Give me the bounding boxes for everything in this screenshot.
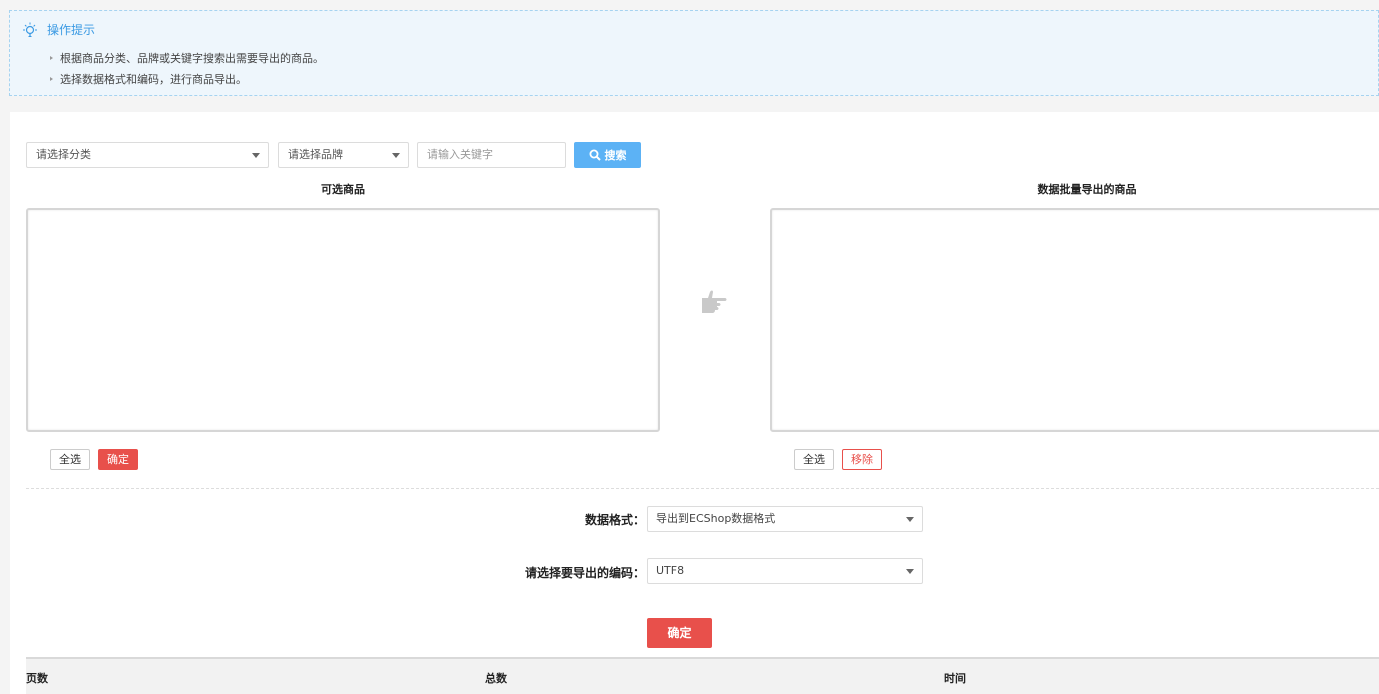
right-select-all-button[interactable]: 全选 [794,449,834,470]
chevron-down-icon [906,517,914,522]
progress-table-header: 页数 总数 时间 [26,657,1379,694]
tip-item: 根据商品分类、品牌或关键字搜索出需要导出的商品。 [48,48,324,69]
export-panel: 请选择分类 请选择品牌 请输入关键字 搜索 可选商品 数据批量导出的商品 全选 … [10,112,1379,694]
tips-header: 操作提示 [22,21,95,38]
column-header-total: 总数 [485,672,507,685]
submit-export-button[interactable]: 确定 [647,618,712,648]
left-select-all-button[interactable]: 全选 [50,449,90,470]
keyword-input[interactable]: 请输入关键字 [417,142,566,168]
encoding-value: UTF8 [656,564,685,577]
search-button[interactable]: 搜索 [574,142,641,168]
remove-button[interactable]: 移除 [842,449,882,470]
export-goods-list[interactable] [770,208,1379,432]
search-icon [589,149,601,161]
brand-select-value: 请选择品牌 [288,148,343,161]
data-format-value: 导出到ECShop数据格式 [656,512,776,525]
divider [26,488,1379,489]
tip-item: 选择数据格式和编码，进行商品导出。 [48,69,324,90]
column-header-time: 时间 [944,672,966,685]
tips-list: 根据商品分类、品牌或关键字搜索出需要导出的商品。 选择数据格式和编码，进行商品导… [48,48,324,90]
category-select-value: 请选择分类 [36,148,91,161]
brand-select[interactable]: 请选择品牌 [278,142,409,168]
keyword-input-placeholder: 请输入关键字 [427,148,493,161]
available-goods-list[interactable] [26,208,660,432]
encoding-select[interactable]: UTF8 [647,558,923,584]
tips-title: 操作提示 [47,23,96,37]
available-goods-title: 可选商品 [321,183,365,196]
data-format-label: 数据格式： [584,513,645,527]
category-select[interactable]: 请选择分类 [26,142,269,168]
column-header-pages: 页数 [26,672,48,685]
pointing-hand-icon [702,290,727,313]
left-confirm-button[interactable]: 确定 [98,449,138,470]
data-format-select[interactable]: 导出到ECShop数据格式 [647,506,923,532]
chevron-down-icon [906,569,914,574]
chevron-down-icon [392,153,400,158]
chevron-down-icon [252,153,260,158]
export-goods-title: 数据批量导出的商品 [1037,183,1137,196]
encoding-label: 请选择要导出的编码： [524,566,645,580]
lightbulb-icon [23,22,37,37]
operation-tips-box: 操作提示 根据商品分类、品牌或关键字搜索出需要导出的商品。 选择数据格式和编码，… [9,10,1379,96]
search-button-label: 搜索 [604,149,627,162]
